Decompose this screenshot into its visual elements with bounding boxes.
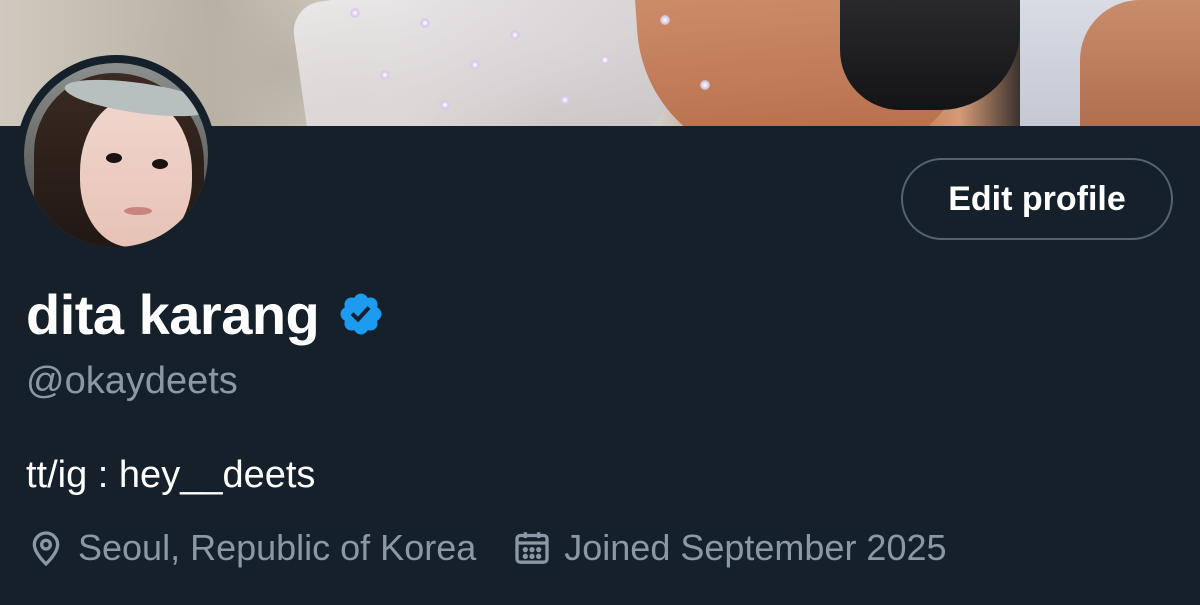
profile-bio: tt/ig : hey__deets [26, 454, 316, 496]
avatar[interactable] [16, 55, 216, 255]
joined-date-text: Joined September 2025 [564, 527, 947, 568]
location-text: Seoul, Republic of Korea [78, 527, 477, 568]
location-item: Seoul, Republic of Korea [26, 527, 476, 569]
edit-profile-button[interactable]: Edit profile [901, 158, 1173, 240]
joined-item: Joined September 2025 [512, 527, 947, 569]
profile-page: Edit profile dita karang @okaydeets tt/i… [0, 0, 1200, 605]
calendar-icon [512, 528, 552, 568]
username-handle: @okaydeets [26, 360, 238, 402]
profile-meta: Seoul, Republic of Korea Joined Septembe… [26, 523, 947, 573]
display-name: dita karang [26, 282, 320, 346]
verified-badge-icon[interactable] [337, 290, 385, 338]
display-name-row: dita karang [26, 282, 385, 346]
avatar-photo [24, 63, 208, 247]
location-pin-icon [26, 528, 66, 568]
